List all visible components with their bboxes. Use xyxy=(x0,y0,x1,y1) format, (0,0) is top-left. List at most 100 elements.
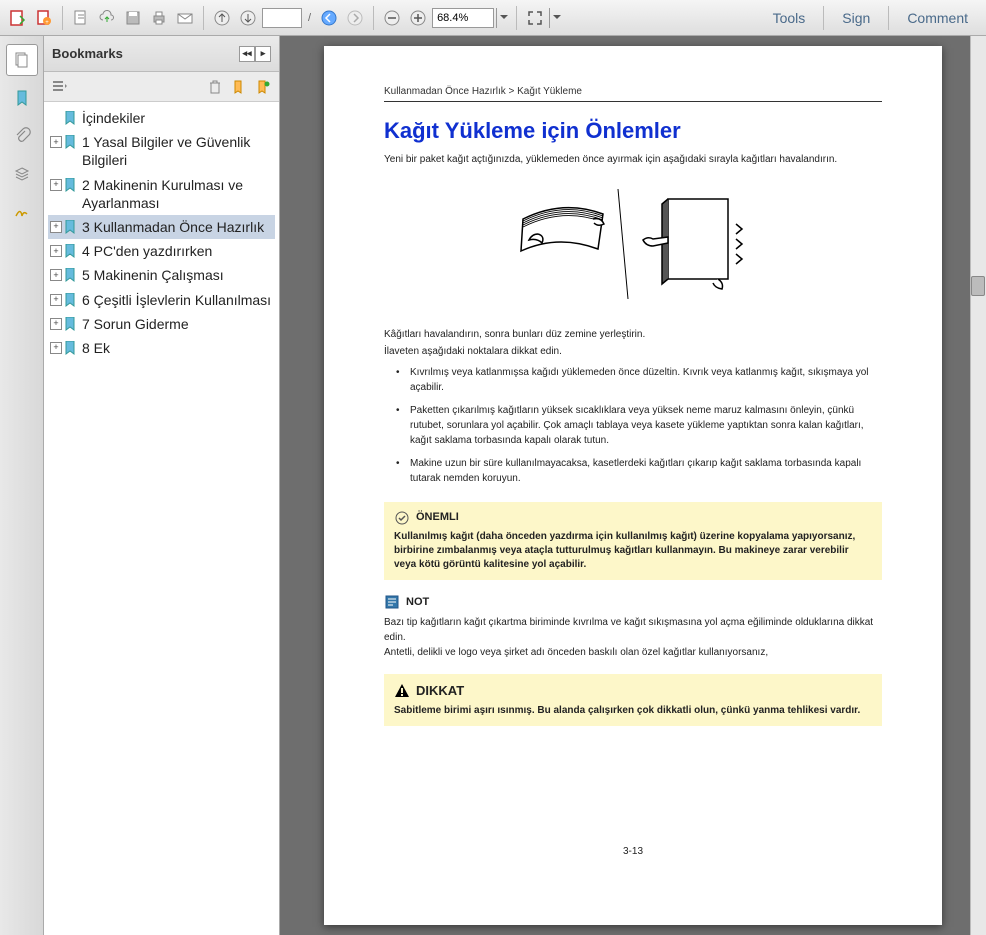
caution-body: Sabitleme birimi aşırı ısınmış. Bu aland… xyxy=(394,705,860,716)
create-pdf-icon[interactable]: + xyxy=(32,6,56,30)
vertical-scrollbar[interactable] xyxy=(970,36,986,935)
warning-triangle-icon xyxy=(394,683,410,699)
page-total-label: / xyxy=(308,12,311,24)
bookmark-ribbon-icon xyxy=(64,268,78,282)
bookmarks-panel: Bookmarks ◂◂ ▸ İçindekiler +1 Yasal Bilgi… xyxy=(44,36,280,935)
bullet-item: Makine uzun bir süre kullanılmayacaksa, … xyxy=(400,456,882,486)
svg-text:+: + xyxy=(45,20,49,26)
pdf-page: Kullanmadan Önce Hazırlık > Kağıt Yüklem… xyxy=(324,46,942,925)
important-header: ÖNEMLI xyxy=(416,510,459,525)
cloud-upload-icon[interactable] xyxy=(95,6,119,30)
bookmarks-collapse-icon[interactable]: ◂◂ xyxy=(239,46,255,62)
bookmarks-tree: İçindekiler +1 Yasal Bilgiler ve Güvenlik… xyxy=(44,102,279,935)
tools-button[interactable]: Tools xyxy=(761,4,818,32)
bookmark-item[interactable]: +7 Sorun Giderme xyxy=(48,312,275,336)
paper-illustration xyxy=(384,179,882,309)
expand-icon[interactable]: + xyxy=(50,221,62,233)
note-body-2: Antetli, delikli ve logo veya şirket adı… xyxy=(384,645,882,660)
comment-button[interactable]: Comment xyxy=(895,4,980,32)
expand-icon[interactable]: + xyxy=(50,342,62,354)
fit-window-icon[interactable] xyxy=(523,6,547,30)
view-dropdown-icon[interactable] xyxy=(549,8,563,28)
open-icon[interactable] xyxy=(69,6,93,30)
bookmark-label: 2 Makinenin Kurulması ve Ayarlanması xyxy=(82,176,273,212)
sub-text-1: Kâğıtları havalandırın, sonra bunları dü… xyxy=(384,329,882,340)
attachments-rail-icon[interactable] xyxy=(6,120,38,152)
bookmark-label: 6 Çeşitli İşlevlerin Kullanılması xyxy=(82,291,271,309)
bookmark-label: 3 Kullanmadan Önce Hazırlık xyxy=(82,218,264,236)
email-icon[interactable] xyxy=(173,6,197,30)
bookmark-item[interactable]: İçindekiler xyxy=(48,106,275,130)
bookmark-label: 5 Makinenin Çalışması xyxy=(82,266,224,284)
bookmark-item[interactable]: +4 PC'den yazdırırken xyxy=(48,239,275,263)
bookmark-item[interactable]: +6 Çeşitli İşlevlerin Kullanılması xyxy=(48,288,275,312)
important-callout: ÖNEMLI Kullanılmış kağıt (daha önceden y… xyxy=(384,502,882,580)
page-number: 3-13 xyxy=(384,846,882,857)
zoom-level-display[interactable]: 68.4% xyxy=(432,8,494,28)
convert-pdf-icon[interactable] xyxy=(6,6,30,30)
bookmark-ribbon-icon xyxy=(64,317,78,331)
document-viewport[interactable]: Kullanmadan Önce Hazırlık > Kağıt Yüklem… xyxy=(280,36,986,935)
bookmarks-options-icon[interactable] xyxy=(50,77,70,97)
note-header: NOT xyxy=(406,594,429,611)
layers-rail-icon[interactable] xyxy=(6,158,38,190)
bookmark-item[interactable]: +2 Makinenin Kurulması ve Ayarlanması xyxy=(48,173,275,215)
zoom-value: 68.4% xyxy=(437,12,468,24)
expand-icon[interactable]: + xyxy=(50,179,62,191)
bookmark-item[interactable]: +8 Ek xyxy=(48,336,275,360)
expand-icon[interactable]: + xyxy=(50,294,62,306)
breadcrumb: Kullanmadan Önce Hazırlık > Kağıt Yüklem… xyxy=(384,86,882,102)
delete-bookmark-icon[interactable] xyxy=(205,77,225,97)
nav-back-icon[interactable] xyxy=(317,6,341,30)
sign-button[interactable]: Sign xyxy=(830,4,882,32)
zoom-in-icon[interactable] xyxy=(406,6,430,30)
page-title: Kağıt Yükleme için Önlemler xyxy=(384,118,882,144)
main-area: Bookmarks ◂◂ ▸ İçindekiler +1 Yasal Bilgi… xyxy=(0,36,986,935)
bookmark-item[interactable]: +3 Kullanmadan Önce Hazırlık xyxy=(48,215,275,239)
expand-icon[interactable]: + xyxy=(50,245,62,257)
bookmark-item[interactable]: +1 Yasal Bilgiler ve Güvenlik Bilgileri xyxy=(48,130,275,172)
check-circle-icon xyxy=(394,510,410,526)
nav-forward-icon[interactable] xyxy=(343,6,367,30)
bookmarks-title: Bookmarks xyxy=(52,46,123,61)
expand-icon xyxy=(50,112,62,124)
bullet-list: Kıvrılmış veya katlanmışsa kağıdı yüklem… xyxy=(400,365,882,486)
page-up-icon[interactable] xyxy=(210,6,234,30)
important-body: Kullanılmış kağıt (daha önceden yazdırma… xyxy=(394,531,855,570)
signatures-rail-icon[interactable] xyxy=(6,196,38,228)
scrollbar-thumb[interactable] xyxy=(971,276,985,296)
bookmark-label: 7 Sorun Giderme xyxy=(82,315,189,333)
note-block: NOT Bazı tip kağıtların kağıt çıkartma b… xyxy=(384,594,882,660)
bookmark-ribbon-icon xyxy=(64,178,78,192)
left-rail xyxy=(0,36,44,935)
page-thumbnails-icon[interactable] xyxy=(6,44,38,76)
bookmark-label: 4 PC'den yazdırırken xyxy=(82,242,212,260)
bookmark-ribbon-icon xyxy=(64,244,78,258)
bullet-item: Paketten çıkarılmış kağıtların yüksek sı… xyxy=(400,403,882,448)
expand-icon[interactable]: + xyxy=(50,136,62,148)
bookmark-ribbon-icon xyxy=(64,293,78,307)
bookmark-label: İçindekiler xyxy=(82,109,145,127)
bullet-item: Kıvrılmış veya katlanmışsa kağıdı yüklem… xyxy=(400,365,882,395)
bookmark-item[interactable]: +5 Makinenin Çalışması xyxy=(48,263,275,287)
expand-icon[interactable]: + xyxy=(50,269,62,281)
bookmarks-toolbar xyxy=(44,72,279,102)
page-down-icon[interactable] xyxy=(236,6,260,30)
save-icon[interactable] xyxy=(121,6,145,30)
print-icon[interactable] xyxy=(147,6,171,30)
sub-text-2: İlaveten aşağıdaki noktalara dikkat edin… xyxy=(384,346,882,357)
new-bookmark-icon[interactable] xyxy=(229,77,249,97)
bookmark-label: 8 Ek xyxy=(82,339,110,357)
bookmark-ribbon-icon xyxy=(64,341,78,355)
bookmarks-expand-icon[interactable]: ▸ xyxy=(255,46,271,62)
intro-text: Yeni bir paket kağıt açtığınızda, yüklem… xyxy=(384,154,882,165)
new-bookmark-from-icon[interactable] xyxy=(253,77,273,97)
page-number-input[interactable] xyxy=(262,8,302,28)
note-icon xyxy=(384,594,400,610)
zoom-dropdown-icon[interactable] xyxy=(496,8,510,28)
expand-icon[interactable]: + xyxy=(50,318,62,330)
zoom-out-icon[interactable] xyxy=(380,6,404,30)
bookmarks-rail-icon[interactable] xyxy=(6,82,38,114)
caution-header: DIKKAT xyxy=(416,682,464,700)
bookmark-ribbon-icon xyxy=(64,135,78,149)
